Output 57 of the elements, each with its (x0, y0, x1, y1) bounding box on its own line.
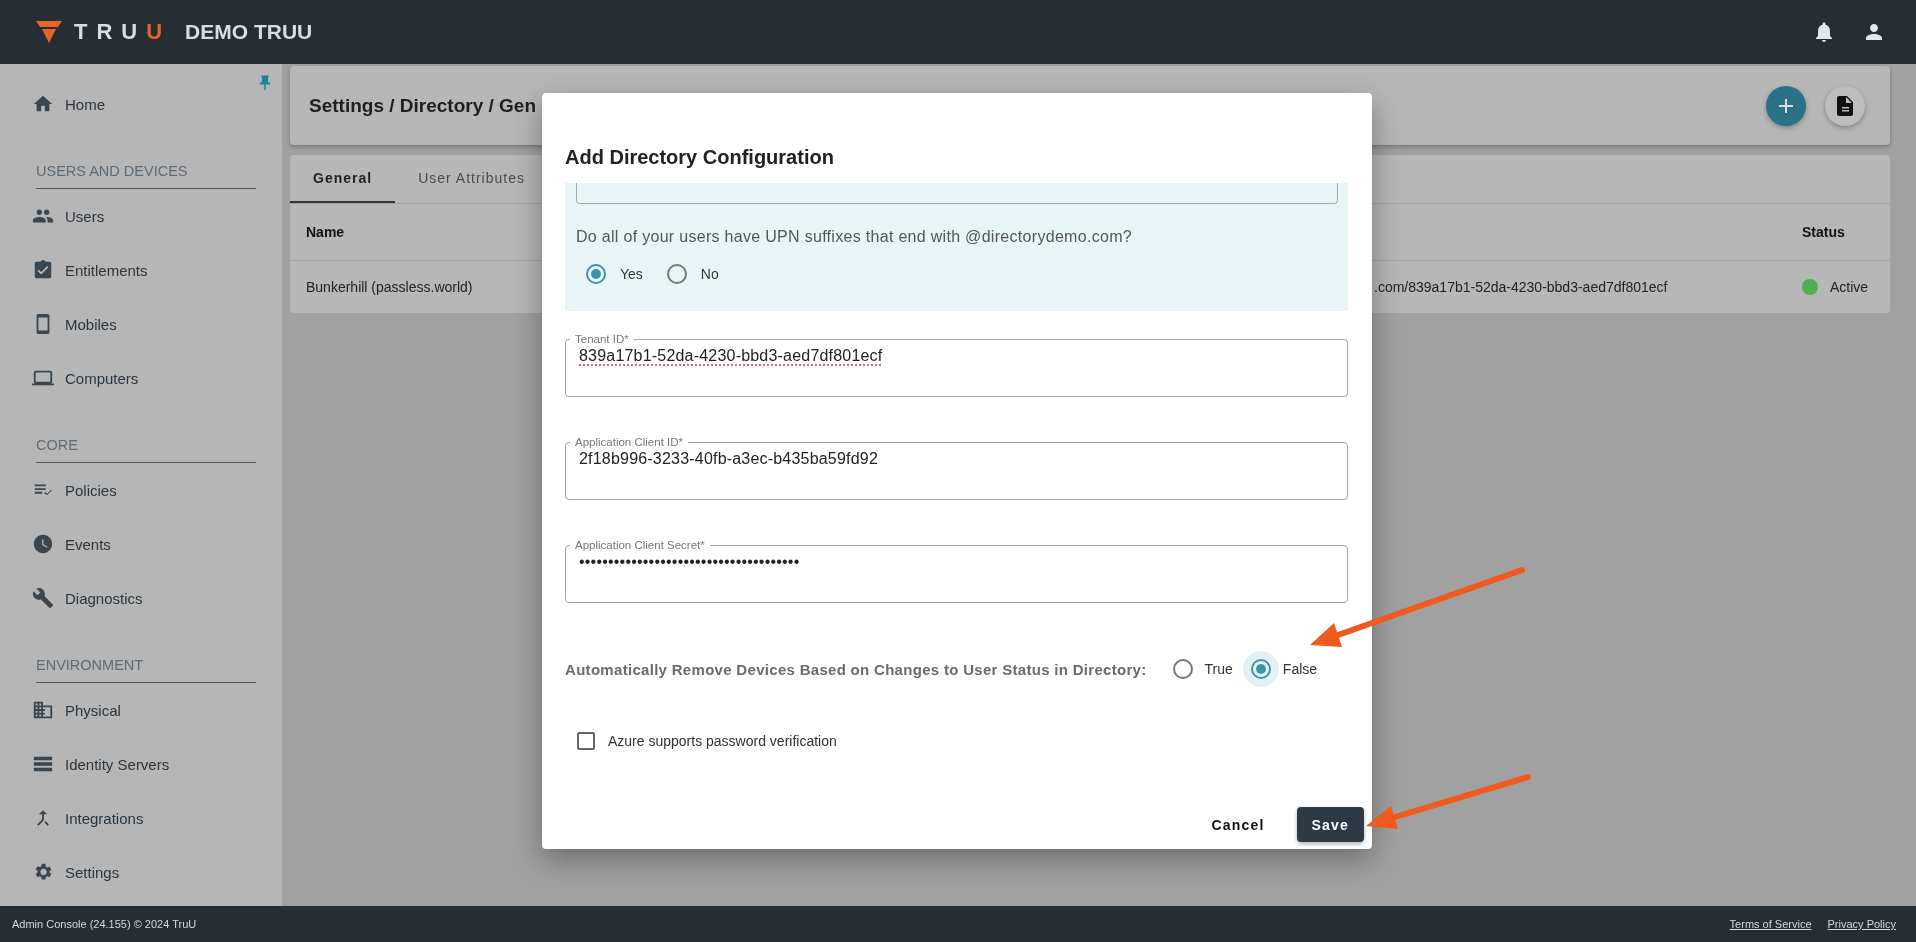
sidebar-item[interactable]: Home (65, 95, 105, 113)
text-field[interactable]: Tenant ID* 839a17b1-52da-4230-bbd3-aed7df801ecf (565, 333, 1348, 397)
text-field[interactable]: Application Client ID* 2f18b996-3233-40fb-a3ec-b435ba59fd92 (565, 436, 1348, 500)
sidebar-item[interactable]: Physical (65, 701, 121, 719)
logo-wordmark: TRU U (74, 19, 172, 45)
sidebar-item[interactable]: Policies (65, 481, 117, 499)
text-field[interactable]: Application Client Secret* •••••••••••••••••••••••••••••••••••••• (565, 539, 1348, 603)
radio-label: Yes (620, 266, 643, 282)
sidebar-item[interactable]: Integrations (65, 809, 144, 827)
cancel-button[interactable]: Cancel (1195, 807, 1281, 842)
table-cell: .com/839a17b1-52da-4230-bbd3-aed7df801ecf (1374, 279, 1668, 295)
sidebar-item[interactable]: Entitlements (65, 261, 148, 279)
section-heading: ENVIRONMENT (36, 657, 144, 675)
radio-button[interactable] (1242, 651, 1279, 687)
sidebar-item[interactable]: Mobiles (65, 315, 117, 333)
sidebar-item[interactable]: Diagnostics (65, 589, 143, 607)
radio-label: True (1204, 661, 1233, 677)
building-icon (32, 699, 54, 721)
section-heading: USERS AND DEVICES (36, 163, 188, 181)
footer-link[interactable]: Terms of Service (1729, 918, 1812, 930)
field-label: Tenant ID* (574, 333, 630, 345)
sidebar-item[interactable]: Computers (65, 369, 139, 387)
footer-link[interactable]: Privacy Policy (1827, 918, 1896, 930)
field-value: 839a17b1-52da-4230-bbd3-aed7df801ecf (579, 346, 883, 366)
radio-label: No (700, 266, 719, 282)
column-header: Status (1802, 224, 1845, 240)
radio-label: False (1282, 661, 1318, 677)
page-title: Settings / Directory / Gen (309, 94, 536, 117)
organization-name: DEMO TRUU (185, 20, 313, 44)
checkbox[interactable] (577, 732, 595, 750)
sidebar-item[interactable]: Events (65, 535, 111, 553)
checkbox-label: Azure supports password verification (608, 733, 837, 749)
logo-icon (36, 21, 62, 43)
question-text: Do all of your users have UPN suffixes that end with @directorydemo.com? (576, 228, 1133, 246)
field-value: 2f18b996-3233-40fb-a3ec-b435ba59fd92 (579, 449, 878, 469)
footer-text: Admin Console (24.155) © 2024 TruU (12, 918, 197, 930)
field-label: Application Client Secret* (574, 539, 706, 551)
field-label: Application Client ID* (574, 436, 685, 448)
wrench-icon (32, 587, 54, 609)
document-button[interactable] (1825, 85, 1865, 126)
sidebar-item[interactable]: Settings (65, 863, 120, 881)
table-cell: Bunkerhill (passless.world) (306, 279, 473, 295)
clock-icon (32, 533, 54, 555)
column-header: Name (306, 224, 345, 240)
status-text: Active (1830, 279, 1869, 295)
save-button[interactable]: Save (1296, 807, 1364, 842)
clipboard-check-icon (32, 259, 54, 281)
sidebar-item[interactable]: Identity Servers (65, 755, 170, 773)
text-field[interactable] (576, 183, 1338, 204)
tab[interactable]: User Attributes (395, 155, 548, 203)
add-button[interactable] (1766, 85, 1806, 126)
tab[interactable]: General (290, 155, 396, 203)
section-heading: CORE (36, 437, 78, 455)
field-value: •••••••••••••••••••••••••••••••••••••• (579, 552, 800, 572)
sidebar-item[interactable]: Users (65, 207, 105, 225)
setting-label: Automatically Remove Devices Based on Changes to User Status in Directory: (565, 660, 1147, 678)
dialog-title: Add Directory Configuration (565, 145, 835, 170)
